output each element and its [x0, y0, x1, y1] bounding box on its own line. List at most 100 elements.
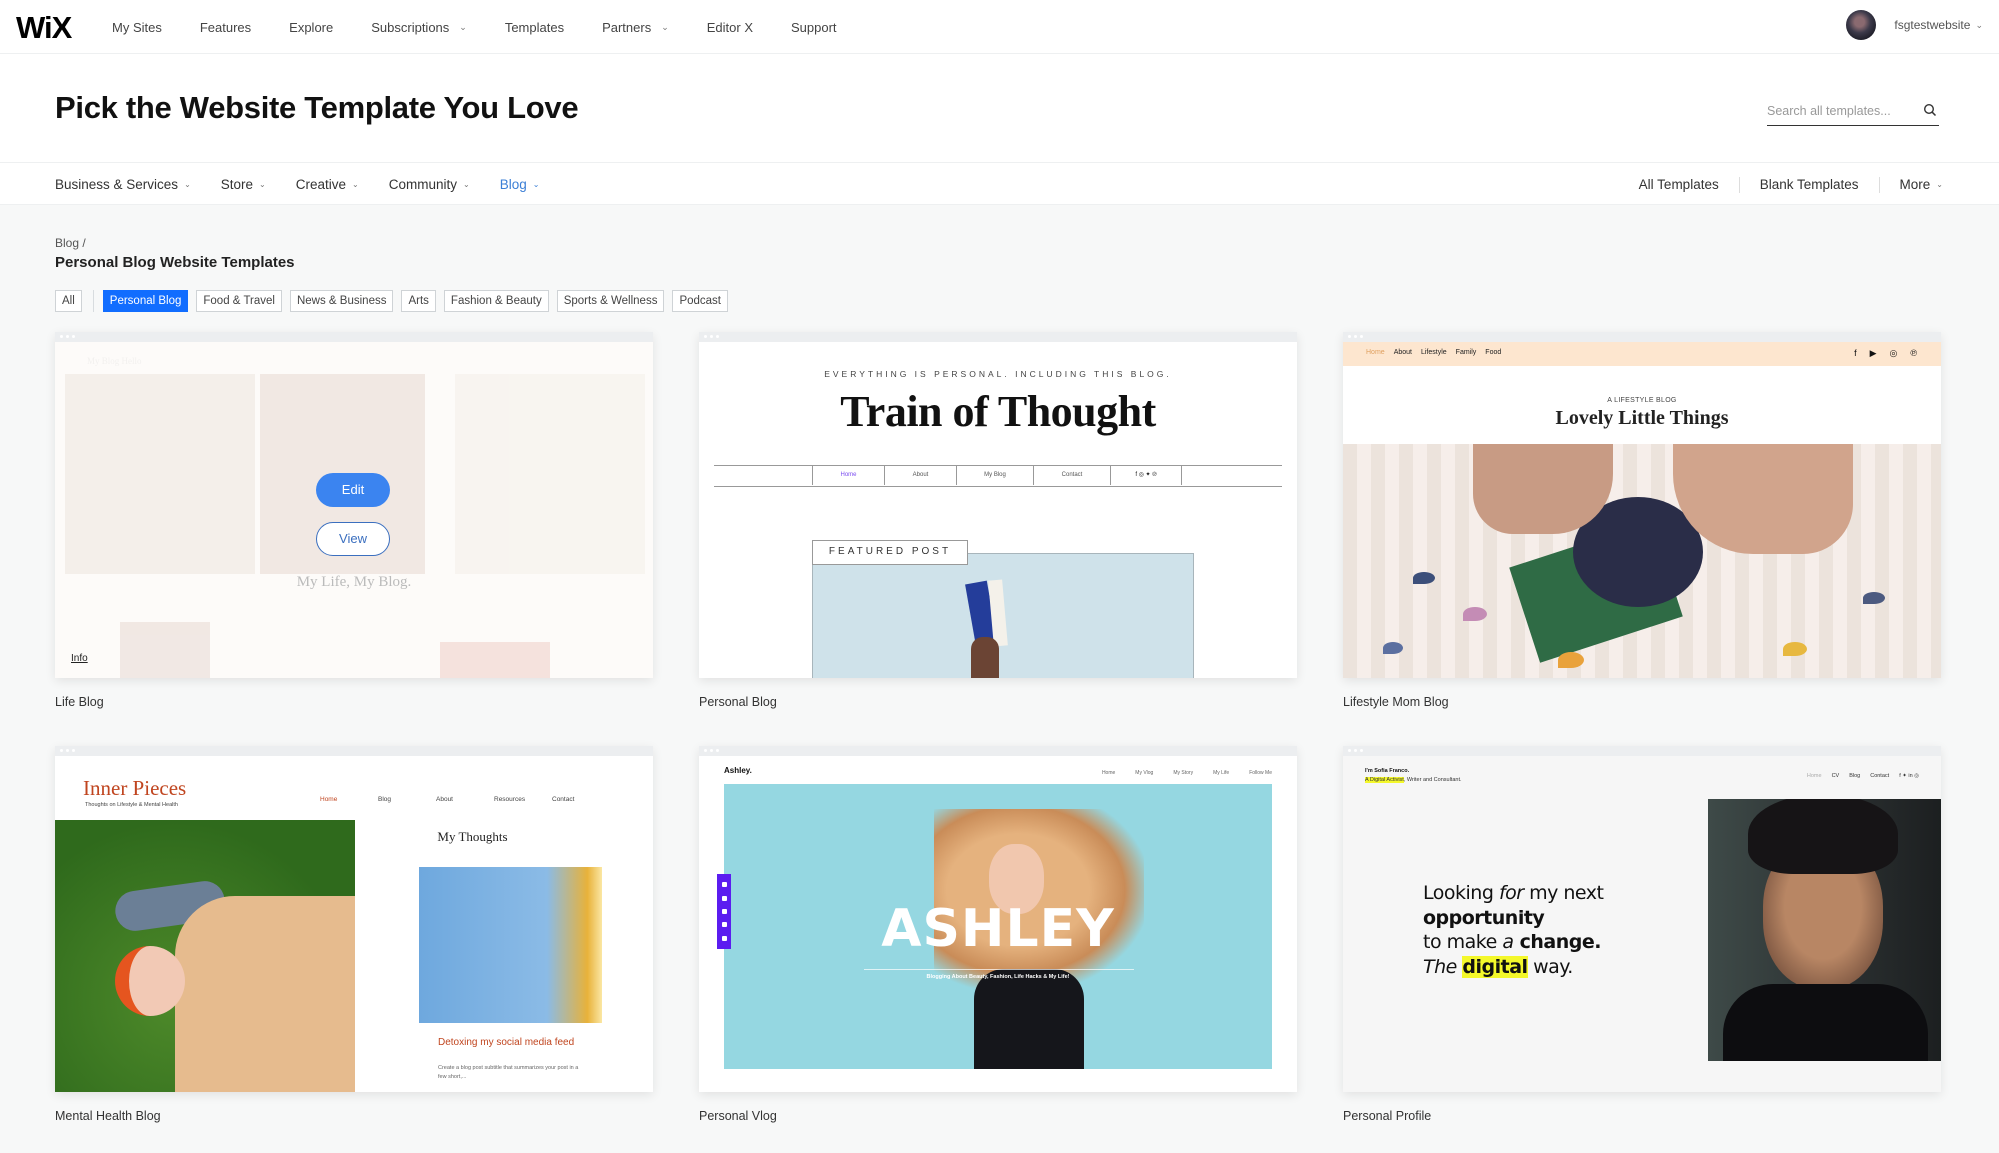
- filter-sports-wellness[interactable]: Sports & Wellness: [556, 290, 665, 312]
- nav-editor-x[interactable]: Editor X: [707, 20, 753, 35]
- category-label: Community: [388, 177, 457, 192]
- preview-hero-tagline: Blogging About Beauty, Fashion, Life Hac…: [926, 974, 1070, 980]
- preview-menu: Home CV Blog Contact f ✦ in ◎: [1806, 773, 1919, 779]
- more-menu[interactable]: More ⌄: [1900, 177, 1943, 192]
- template-name[interactable]: Personal Profile: [1343, 1109, 1431, 1123]
- template-card-personal-profile[interactable]: I'm Sofia Franco. A Digital Activist, Wr…: [1343, 746, 1941, 1092]
- chevron-down-icon: ⌄: [184, 180, 191, 189]
- preview-title: Train of Thought: [840, 387, 1156, 436]
- chevron-down-icon: ⌄: [352, 180, 359, 189]
- nav-support[interactable]: Support: [791, 20, 837, 35]
- edit-button[interactable]: Edit: [316, 473, 390, 507]
- view-button[interactable]: View: [316, 522, 390, 556]
- preview-menu: Home My Vlog My Story My Life Follow Me: [1101, 770, 1272, 776]
- template-preview: My Blog Hello My Life, My Blog. Edit Vie…: [55, 342, 653, 678]
- preview-site-title: My Life, My Blog.: [296, 574, 412, 590]
- template-name[interactable]: Personal Blog: [699, 695, 777, 709]
- filter-podcast[interactable]: Podcast: [672, 290, 729, 312]
- preview-featured-label: FEATURED POST: [812, 540, 968, 565]
- browser-bar: [699, 332, 1297, 342]
- template-name[interactable]: Lifestyle Mom Blog: [1343, 695, 1449, 709]
- template-card-personal-vlog[interactable]: Ashley. Home My Vlog My Story My Life Follow…: [699, 746, 1297, 1092]
- browser-bar: [1343, 332, 1941, 342]
- template-name[interactable]: Personal Vlog: [699, 1109, 777, 1123]
- chevron-down-icon: ⌄: [532, 180, 540, 189]
- category-shortcuts: All Templates Blank Templates More ⌄: [1639, 163, 1943, 206]
- nav-explore[interactable]: Explore: [289, 20, 333, 35]
- template-name[interactable]: Mental Health Blog: [55, 1109, 161, 1123]
- preview-social-icons: f ◎ ✦ ℗: [1110, 466, 1182, 485]
- preview-headline: Looking for my next opportunity to make …: [1423, 882, 1604, 979]
- category-creative[interactable]: Creative ⌄: [296, 177, 359, 192]
- browser-bar: [1343, 746, 1941, 756]
- template-preview: I'm Sofia Franco. A Digital Activist, Wr…: [1343, 756, 1941, 1092]
- facebook-icon: f: [1854, 348, 1857, 358]
- preview-section-title: My Thoughts: [437, 829, 508, 844]
- template-preview: Inner Pieces Thoughts on Lifestyle & Men…: [55, 756, 653, 1092]
- instagram-icon: ◎: [1889, 348, 1898, 358]
- search-icon[interactable]: [1923, 103, 1937, 117]
- youtube-icon: ▶: [1869, 348, 1877, 358]
- info-link[interactable]: Info: [71, 653, 88, 664]
- category-community[interactable]: Community ⌄: [389, 177, 470, 192]
- search-input[interactable]: [1767, 98, 1907, 124]
- chevron-down-icon: ⌄: [661, 21, 669, 32]
- subcategory-filters: All Personal Blog Food & Travel News & B…: [55, 290, 736, 312]
- category-blog[interactable]: Blog ⌄: [500, 177, 540, 192]
- account-menu[interactable]: fsgtestwebsite ⌄: [1846, 10, 1983, 40]
- filter-fashion-beauty[interactable]: Fashion & Beauty: [443, 290, 549, 312]
- nav-templates[interactable]: Templates: [505, 20, 564, 35]
- preview-title: Lovely Little Things: [1555, 407, 1729, 429]
- breadcrumb[interactable]: Blog /: [55, 236, 86, 250]
- nav-label: Subscriptions: [371, 19, 450, 35]
- filter-food-travel[interactable]: Food & Travel: [196, 290, 282, 312]
- all-templates-link[interactable]: All Templates: [1639, 177, 1719, 192]
- nav-partners[interactable]: Partners ⌄: [602, 20, 669, 35]
- title-band: Pick the Website Template You Love: [0, 54, 1999, 162]
- chevron-down-icon: ⌄: [459, 21, 467, 32]
- preview-role: A Digital Activist, Writer and Consultan…: [1365, 777, 1462, 783]
- nav-features[interactable]: Features: [200, 20, 251, 35]
- preview-social-bar: [717, 874, 731, 949]
- username[interactable]: fsgtestwebsite: [1894, 18, 1970, 32]
- category-label: Business & Services: [55, 177, 179, 192]
- category-business-services[interactable]: Business & Services ⌄: [55, 177, 191, 192]
- filter-all[interactable]: All: [55, 290, 82, 312]
- template-card-mental-health-blog[interactable]: Inner Pieces Thoughts on Lifestyle & Men…: [55, 746, 653, 1092]
- section-title: Personal Blog Website Templates: [55, 254, 295, 271]
- preview-brand: Ashley.: [724, 766, 752, 775]
- template-card-lifestyle-mom-blog[interactable]: Home About Lifestyle Family Food f ▶ ◎ ℗ A L…: [1343, 332, 1941, 678]
- template-name[interactable]: Life Blog: [55, 695, 104, 709]
- filter-arts[interactable]: Arts: [401, 290, 436, 312]
- browser-bar: [55, 332, 653, 342]
- category-bar: Business & Services ⌄ Store ⌄ Creative ⌄ Co…: [0, 162, 1999, 205]
- filter-news-business[interactable]: News & Business: [289, 290, 394, 312]
- nav-subscriptions[interactable]: Subscriptions ⌄: [371, 20, 467, 35]
- nav-label: My Sites: [112, 19, 162, 35]
- nav-my-sites[interactable]: My Sites: [112, 20, 162, 35]
- preview-menu: Home Blog About Resources Contact: [320, 796, 575, 803]
- wix-logo[interactable]: WiX: [16, 10, 72, 46]
- nav-label: Features: [199, 19, 252, 35]
- category-label: Blog: [499, 177, 527, 192]
- category-store[interactable]: Store ⌄: [221, 177, 266, 192]
- template-card-personal-blog[interactable]: EVERYTHING IS PERSONAL. INCLUDING THIS B…: [699, 332, 1297, 678]
- avatar[interactable]: [1846, 10, 1877, 40]
- template-preview: Ashley. Home My Vlog My Story My Life Follow…: [699, 756, 1297, 1092]
- preview-portrait-image: [1708, 799, 1941, 1061]
- preview-menu-item: My Blog: [956, 466, 1033, 485]
- filter-personal-blog[interactable]: Personal Blog: [102, 290, 189, 312]
- preview-post-image: [419, 867, 602, 1023]
- category-menu: Business & Services ⌄ Store ⌄ Creative ⌄ Co…: [55, 163, 569, 206]
- template-card-life-blog[interactable]: My Blog Hello My Life, My Blog. Edit Vie…: [55, 332, 653, 678]
- top-navigation: WiX My Sites Features Explore Subscripti…: [0, 0, 1999, 54]
- preview-social-icons: f ▶ ◎ ℗: [1854, 348, 1917, 359]
- divider: [1738, 176, 1740, 193]
- page-title: Pick the Website Template You Love: [55, 90, 579, 125]
- nav-label: Partners: [602, 19, 652, 35]
- preview-menu-item: Home: [812, 466, 884, 485]
- divider: [1878, 176, 1880, 193]
- chevron-down-icon: ⌄: [1975, 19, 1983, 30]
- category-label: Store: [220, 177, 254, 192]
- blank-templates-link[interactable]: Blank Templates: [1760, 177, 1859, 192]
